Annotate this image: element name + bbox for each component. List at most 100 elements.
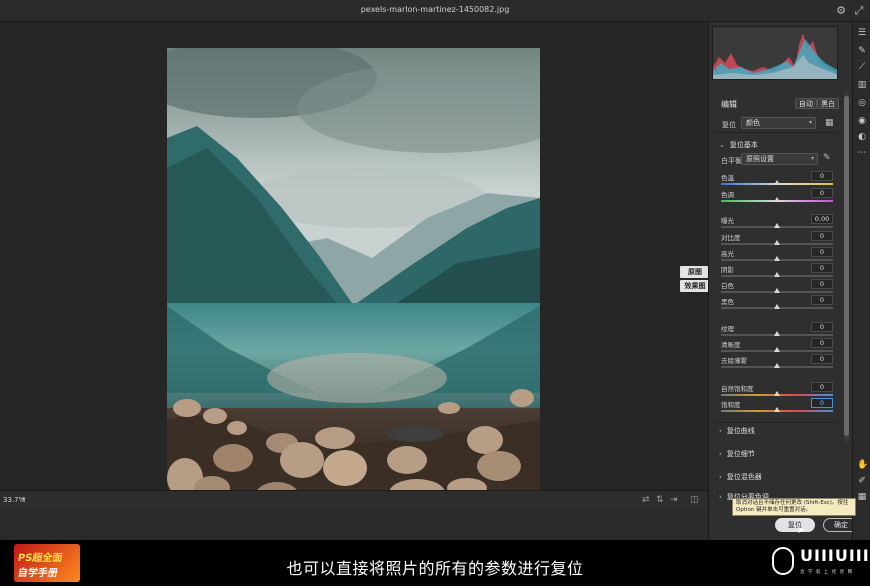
slider-label: 白色 (721, 282, 734, 290)
slider-value-input[interactable]: 0 (811, 188, 833, 198)
presets-icon[interactable]: ◐ (857, 132, 867, 142)
image-canvas[interactable]: 原图 效果图 (0, 22, 710, 510)
black-white-button[interactable]: 黑白 (817, 98, 839, 109)
chevron-right-icon: › (719, 427, 722, 435)
brush-icon[interactable]: ⟋ (857, 62, 867, 72)
window-title: pexels-marlon-martinez-1450082.jpg (360, 5, 510, 14)
slider-thumb[interactable] (774, 391, 780, 396)
grid-overlay-icon[interactable]: ▦ (857, 492, 867, 502)
chevron-down-icon: ▾ (808, 119, 812, 126)
histogram (712, 26, 838, 80)
subtitle-bar: PS超全面 自学手册 也可以直接将照片的所有的参数进行复位 UIIIUIII 含… (0, 540, 870, 586)
slider-row: 色调 0 (721, 188, 833, 205)
divider (714, 132, 839, 133)
white-balance-select[interactable]: 原照设置 ▾ (741, 153, 818, 165)
collapsed-section-title: 复位曲线 (726, 427, 755, 435)
mouse-cursor-icon: ➤ (797, 525, 806, 536)
hand-tool-icon[interactable]: ✋ (857, 460, 868, 470)
slider-thumb[interactable] (774, 223, 780, 228)
slider-row: 色温 0 (721, 171, 833, 188)
chevron-down-icon: ▾ (810, 155, 814, 162)
lower-bar (0, 510, 708, 540)
slider-thumb[interactable] (774, 304, 780, 309)
auto-button[interactable]: 自动 (795, 98, 817, 109)
more-icon[interactable]: ⋯ (857, 148, 867, 158)
slider-row: 自然饱和度 0 (721, 382, 833, 399)
slider-thumb[interactable] (774, 288, 780, 293)
slider-label: 色温 (721, 174, 734, 182)
eyedropper-icon[interactable]: ✎ (823, 153, 831, 163)
slider-label: 自然饱和度 (721, 385, 754, 393)
slider-value-input[interactable]: 0 (811, 338, 833, 348)
red-eye-icon[interactable]: ◉ (857, 116, 867, 126)
basic-section-header[interactable]: ⌄ 复位基本 (719, 140, 758, 150)
before-label[interactable]: 原图 (680, 266, 710, 278)
fullscreen-icon[interactable]: ⤢ (852, 4, 866, 18)
preview-photo (167, 48, 540, 510)
adjust-sliders-icon[interactable]: ☰ (857, 28, 867, 38)
slider-label: 高光 (721, 250, 734, 258)
gradient-icon[interactable]: ▥ (857, 80, 867, 90)
radial-filter-icon[interactable]: ◎ (857, 98, 867, 108)
slider-label: 清晰度 (721, 341, 741, 349)
split-view-icon[interactable]: ◫ (690, 495, 699, 505)
slider-value-input[interactable]: 0 (811, 247, 833, 257)
slider-row: 纹理 0 (721, 322, 833, 339)
profile-select[interactable]: 颜色 ▾ (741, 117, 816, 129)
slider-label: 饱和度 (721, 401, 741, 409)
tool-strip: ☰ ✎ ⟋ ▥ ◎ ◉ ◐ ⋯ ✋ ✐ ▦ (852, 22, 870, 540)
collapsed-section-header[interactable]: › 复位曲线 (719, 426, 755, 436)
compare-slider-icon[interactable]: ⇄ (642, 495, 650, 505)
after-label[interactable]: 效果图 (680, 280, 710, 292)
chevron-right-icon: › (719, 473, 722, 481)
slider-thumb[interactable] (774, 272, 780, 277)
slider-thumb[interactable] (774, 407, 780, 412)
brand-name: UIIIUIII (800, 546, 870, 565)
before-after-labels: 原图 效果图 (680, 266, 710, 294)
profile-label: 复位 (722, 121, 736, 129)
healing-brush-icon[interactable]: ✎ (857, 46, 867, 56)
slider-thumb[interactable] (774, 197, 780, 202)
cancel-tooltip: 取消对话且不储存任何更改 (Shift-Esc)。按住 Option 键并单击可… (732, 498, 856, 516)
slider-value-input[interactable]: 0 (811, 354, 833, 364)
panel-scrollbar[interactable] (844, 92, 849, 442)
slider-label: 纹理 (721, 325, 734, 333)
slider-value-input[interactable]: 0.00 (811, 214, 833, 224)
zoom-dropdown-icon[interactable]: ▾ (22, 495, 26, 503)
slider-row: 清晰度 0 (721, 338, 833, 355)
slider-thumb[interactable] (774, 347, 780, 352)
slider-value-input[interactable]: 0 (811, 263, 833, 273)
slider-thumb[interactable] (774, 363, 780, 368)
copy-settings-icon[interactable]: ⇥ (670, 495, 678, 505)
brand-logo: UIIIUIII 含 学 就 上 优 优 网 (772, 544, 869, 582)
slider-thumb[interactable] (774, 331, 780, 336)
collapsed-section-title: 复位混色器 (726, 473, 762, 481)
collapsed-section-header[interactable]: › 复位细节 (719, 449, 755, 459)
slider-label: 色调 (721, 191, 734, 199)
slider-value-input[interactable]: 0 (811, 279, 833, 289)
basic-section-title: 复位基本 (729, 141, 758, 149)
color-sampler-icon[interactable]: ✐ (857, 476, 867, 486)
slider-value-input[interactable]: 0 (811, 322, 833, 332)
slider-value-input[interactable]: 0 (811, 231, 833, 241)
slider-thumb[interactable] (774, 180, 780, 185)
slider-label: 黑色 (721, 298, 734, 306)
slider-thumb[interactable] (774, 256, 780, 261)
slider-value-input[interactable]: 0 (811, 398, 833, 408)
settings-gear-icon[interactable]: ⚙ (834, 4, 848, 18)
white-balance-label: 白平衡 (721, 157, 742, 165)
video-subtitle: 也可以直接将照片的所有的参数进行复位 (286, 559, 584, 578)
slider-value-input[interactable]: 0 (811, 171, 833, 181)
slider-row: 饱和度 0 (721, 398, 833, 415)
collapsed-section-header[interactable]: › 复位混色器 (719, 472, 762, 482)
slider-thumb[interactable] (774, 240, 780, 245)
reset-button[interactable]: 复位 (775, 518, 815, 532)
slider-label: 阴影 (721, 266, 734, 274)
slider-row: 高光 0 (721, 247, 833, 264)
slider-value-input[interactable]: 0 (811, 382, 833, 392)
slider-value-input[interactable]: 0 (811, 295, 833, 305)
zoom-bar: 33.7% ▾ ⇄ ⇅ ⇥ ◫ (0, 490, 708, 510)
profile-browser-icon[interactable]: ▦ (825, 118, 834, 128)
slider-row: 黑色 0 (721, 295, 833, 312)
swap-icon[interactable]: ⇅ (656, 495, 664, 505)
